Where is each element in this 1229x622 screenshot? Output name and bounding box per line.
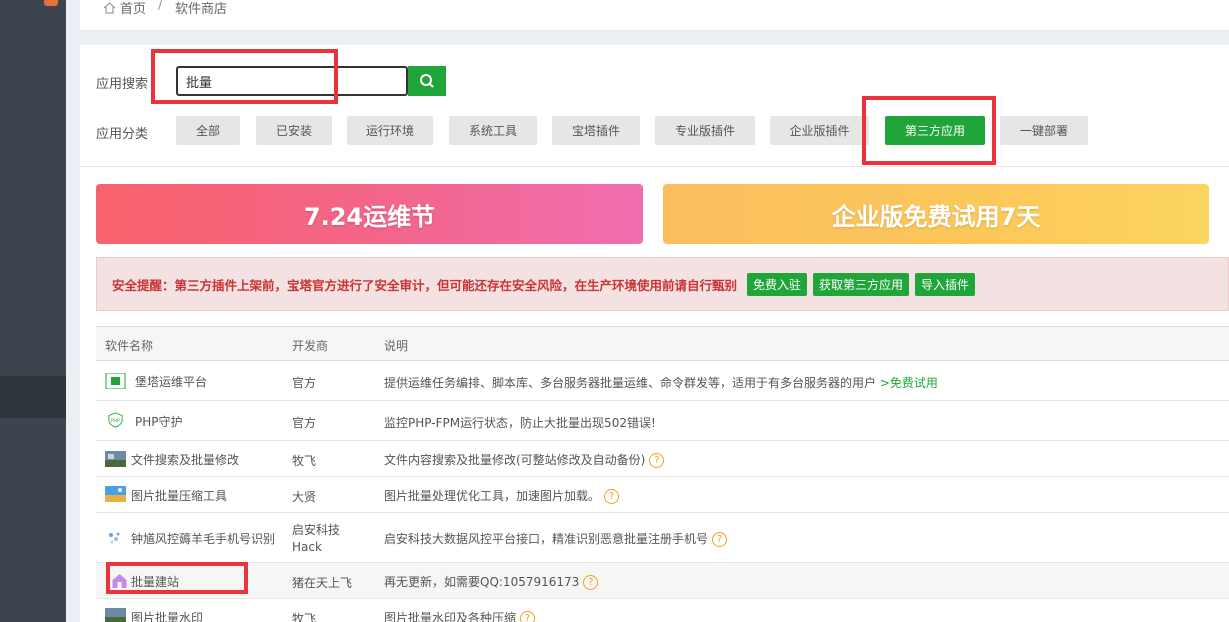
security-alert-text: 安全提醒：第三方插件上架前，宝塔官方进行了安全审计，但可能还存在安全风险，在生产… bbox=[112, 277, 738, 293]
security-alert: 安全提醒：第三方插件上架前，宝塔官方进行了安全审计，但可能还存在安全风险，在生产… bbox=[96, 257, 1229, 311]
image-compress-icon bbox=[105, 486, 126, 502]
app-developer: 官方 bbox=[292, 416, 317, 430]
breadcrumb-home[interactable]: 首页 bbox=[103, 0, 146, 17]
table-row[interactable]: 堡塔运维平台 官方 提供运维任务编排、脚本库、多台服务器批量运维、命令群发等，适… bbox=[96, 361, 1229, 401]
app-developer: 猪在天上飞 bbox=[292, 576, 353, 590]
description-text: 提供运维任务编排、脚本库、多台服务器批量运维、命令群发等，适用于有多台服务器的用… bbox=[384, 376, 877, 390]
image-watermark-icon bbox=[105, 608, 126, 622]
table-row[interactable]: 图片批量压缩工具 大贤 图片批量处理优化工具，加速图片加载。? bbox=[96, 477, 1229, 513]
breadcrumb-separator: / bbox=[158, 0, 163, 13]
file-search-icon bbox=[105, 451, 126, 467]
php-shield-icon: PHP bbox=[108, 412, 123, 428]
category-enterprise-plugins[interactable]: 企业版插件 bbox=[770, 116, 869, 145]
home-icon bbox=[103, 1, 116, 13]
search-button[interactable] bbox=[408, 66, 446, 96]
table-header: 软件名称 开发商 说明 bbox=[96, 327, 1229, 361]
table-row[interactable]: 文件搜索及批量修改 牧飞 文件内容搜索及批量修改(可整站修改及自动备份)? bbox=[96, 441, 1229, 477]
app-developer: 官方 bbox=[292, 376, 317, 390]
sidebar bbox=[0, 0, 66, 622]
app-name[interactable]: 图片批量压缩工具 bbox=[131, 487, 227, 504]
app-developer: 大贤 bbox=[292, 490, 317, 504]
app-name[interactable]: 批量建站 bbox=[131, 573, 179, 590]
help-icon[interactable]: ? bbox=[604, 489, 620, 504]
search-label: 应用搜索 bbox=[96, 77, 149, 92]
help-icon[interactable]: ? bbox=[712, 532, 728, 547]
description-text: 文件内容搜索及批量修改(可整站修改及自动备份) bbox=[384, 453, 646, 467]
category-bt-plugins[interactable]: 宝塔插件 bbox=[552, 116, 640, 145]
category-one-click-deploy[interactable]: 一键部署 bbox=[1000, 116, 1088, 145]
search-input[interactable] bbox=[176, 66, 408, 96]
promo-banner-ops-festival[interactable]: 7.24运维节 bbox=[96, 184, 643, 244]
description-text: 图片批量处理优化工具，加速图片加载。 bbox=[384, 489, 601, 503]
app-description: 监控PHP-FPM运行状态，防止大批量出现502错误! bbox=[384, 416, 656, 430]
software-store-panel: 应用搜索 应用分类 全部 已安装 运行环境 系统工具 宝塔插件 专业版插件 企业… bbox=[80, 45, 1229, 622]
sidebar-item-active[interactable] bbox=[0, 376, 66, 418]
app-developer: 牧飞 bbox=[292, 612, 317, 622]
app-name[interactable]: PHP守护 bbox=[135, 413, 183, 430]
breadcrumb-home-label: 首页 bbox=[120, 2, 147, 17]
import-plugin-button[interactable]: 导入插件 bbox=[915, 272, 976, 296]
category-third-party[interactable]: 第三方应用 bbox=[885, 116, 985, 145]
category-label: 应用分类 bbox=[96, 127, 149, 142]
app-name[interactable]: 钟馗风控薅羊毛手机号识别 bbox=[131, 530, 275, 547]
notification-badge bbox=[44, 0, 58, 6]
risk-control-icon bbox=[109, 532, 120, 544]
app-name[interactable]: 堡塔运维平台 bbox=[135, 373, 207, 390]
help-icon[interactable]: ? bbox=[583, 575, 599, 590]
free-join-button[interactable]: 免费入驻 bbox=[747, 272, 808, 296]
description-text: 再无更新，如需要QQ:1057916173 bbox=[384, 575, 580, 589]
header-description: 说明 bbox=[384, 339, 409, 353]
batch-site-icon bbox=[112, 574, 127, 588]
promo-banner-enterprise-trial[interactable]: 企业版免费试用7天 bbox=[663, 184, 1209, 244]
app-developer: 启安科技 Hack bbox=[292, 523, 341, 554]
bt-ops-platform-icon bbox=[105, 373, 126, 389]
category-pro-plugins[interactable]: 专业版插件 bbox=[655, 116, 755, 145]
category-all[interactable]: 全部 bbox=[176, 116, 240, 145]
app-description: 图片批量处理优化工具，加速图片加载。? bbox=[384, 487, 620, 504]
description-text: 图片批量水印及各种压缩 bbox=[384, 611, 517, 622]
app-name[interactable]: 图片批量水印 bbox=[131, 609, 203, 622]
table-row[interactable]: 图片批量水印 牧飞 图片批量水印及各种压缩? bbox=[96, 599, 1229, 622]
category-runtime[interactable]: 运行环境 bbox=[347, 116, 433, 145]
table-row[interactable]: PHP PHP守护 官方 监控PHP-FPM运行状态，防止大批量出现502错误! bbox=[96, 401, 1229, 441]
help-icon[interactable]: ? bbox=[520, 611, 536, 622]
app-description: 再无更新，如需要QQ:1057916173? bbox=[384, 573, 599, 590]
app-description: 启安科技大数据风控平台接口，精准识别恶意批量注册手机号? bbox=[384, 530, 728, 547]
app-description: 提供运维任务编排、脚本库、多台服务器批量运维、命令群发等，适用于有多台服务器的用… bbox=[384, 374, 938, 391]
free-trial-link[interactable]: >免费试用 bbox=[880, 376, 938, 390]
svg-text:PHP: PHP bbox=[111, 418, 120, 424]
category-installed[interactable]: 已安装 bbox=[256, 116, 332, 145]
header-developer: 开发商 bbox=[292, 339, 329, 353]
table-row[interactable]: 钟馗风控薅羊毛手机号识别 启安科技 Hack 启安科技大数据风控平台接口，精准识… bbox=[96, 513, 1229, 563]
description-text: 启安科技大数据风控平台接口，精准识别恶意批量注册手机号 bbox=[384, 532, 709, 546]
help-icon[interactable]: ? bbox=[649, 453, 665, 468]
search-icon bbox=[420, 74, 434, 88]
breadcrumb-current: 软件商店 bbox=[175, 2, 228, 17]
app-description: 文件内容搜索及批量修改(可整站修改及自动备份)? bbox=[384, 451, 665, 468]
app-description: 图片批量水印及各种压缩? bbox=[384, 609, 536, 622]
get-third-party-button[interactable]: 获取第三方应用 bbox=[813, 272, 910, 296]
software-table: 软件名称 开发商 说明 堡塔运维平台 官方 提供运维任务编排、脚本库、多台服务器… bbox=[96, 326, 1229, 622]
app-name[interactable]: 文件搜索及批量修改 bbox=[131, 451, 239, 468]
category-system-tools[interactable]: 系统工具 bbox=[449, 116, 537, 145]
app-developer: 牧飞 bbox=[292, 454, 317, 468]
header-name: 软件名称 bbox=[105, 339, 154, 353]
breadcrumb: 首页 / 软件商店 bbox=[80, 0, 1229, 31]
table-row[interactable]: 批量建站 猪在天上飞 再无更新，如需要QQ:1057916173? bbox=[96, 563, 1229, 599]
divider bbox=[80, 166, 1229, 167]
